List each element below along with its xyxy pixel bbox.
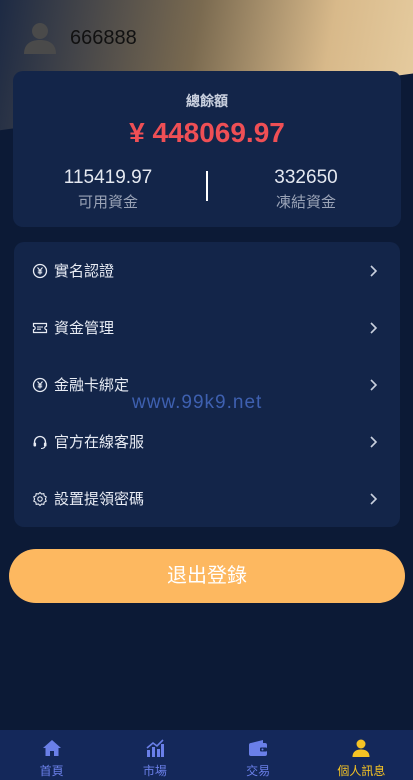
menu-item-label: 資金管理 xyxy=(54,320,115,337)
yen-circle-icon xyxy=(32,263,48,279)
chevron-right-icon xyxy=(370,264,378,277)
nav-label: 市場 xyxy=(142,764,167,778)
nav-label: 交易 xyxy=(246,764,271,778)
menu-item-label: 設置提領密碼 xyxy=(54,491,145,508)
bottom-navigation: 首頁 市場 交易 個人訊息 xyxy=(0,730,413,780)
nav-label: 個人訊息 xyxy=(337,764,386,778)
chevron-right-icon xyxy=(370,321,378,334)
available-funds-value: 115419.97 xyxy=(63,167,153,188)
menu-item-withdrawal-password[interactable]: 設置提領密碼 xyxy=(14,470,400,527)
available-funds-label: 可用資金 xyxy=(77,194,138,211)
profile-header: 666888 xyxy=(22,18,137,58)
logout-button[interactable]: 退出登錄 xyxy=(9,549,405,603)
menu-item-fund-management[interactable]: 資金管理 xyxy=(14,299,400,356)
nav-tab-home[interactable]: 首頁 xyxy=(0,730,103,780)
chevron-right-icon xyxy=(370,492,378,505)
nav-tab-profile[interactable]: 個人訊息 xyxy=(310,730,413,780)
menu-item-label: 實名認證 xyxy=(54,263,115,280)
settings-menu: 實名認證 資金管理 金融卡綁定 官方在線客服 設置提領密碼 xyxy=(14,242,400,527)
ticket-icon xyxy=(32,320,48,336)
menu-item-label: 金融卡綁定 xyxy=(54,377,130,394)
available-funds: 115419.97 可用資金 xyxy=(13,167,203,212)
balance-card: 總餘額 ¥ 448069.97 115419.97 可用資金 332650 凍結… xyxy=(13,71,401,227)
headset-icon xyxy=(32,434,48,450)
menu-item-real-name-verification[interactable]: 實名認證 xyxy=(14,242,400,299)
avatar-icon[interactable] xyxy=(22,20,58,56)
gear-icon xyxy=(32,491,48,507)
chevron-right-icon xyxy=(370,435,378,448)
menu-item-online-support[interactable]: 官方在線客服 xyxy=(14,413,400,470)
frozen-funds-label: 凍結資金 xyxy=(275,194,336,211)
nav-tab-market[interactable]: 市場 xyxy=(103,730,206,780)
username: 666888 xyxy=(70,26,137,49)
chevron-right-icon xyxy=(370,378,378,391)
frozen-funds-value: 332650 xyxy=(274,167,338,188)
total-balance-label: 總餘額 xyxy=(186,93,228,109)
nav-label: 首頁 xyxy=(39,764,64,778)
balance-divider xyxy=(206,171,208,201)
user-icon xyxy=(352,739,370,757)
home-icon xyxy=(42,740,61,756)
nav-tab-trade[interactable]: 交易 xyxy=(207,730,310,780)
wallet-icon xyxy=(249,740,268,756)
watermark: www.99k9.net xyxy=(132,392,263,413)
total-balance-amount: ¥ 448069.97 xyxy=(129,117,285,148)
frozen-funds: 332650 凍結資金 xyxy=(211,167,401,212)
menu-item-label: 官方在線客服 xyxy=(54,434,145,451)
chart-icon xyxy=(146,739,164,757)
yen-circle-icon xyxy=(32,377,48,393)
